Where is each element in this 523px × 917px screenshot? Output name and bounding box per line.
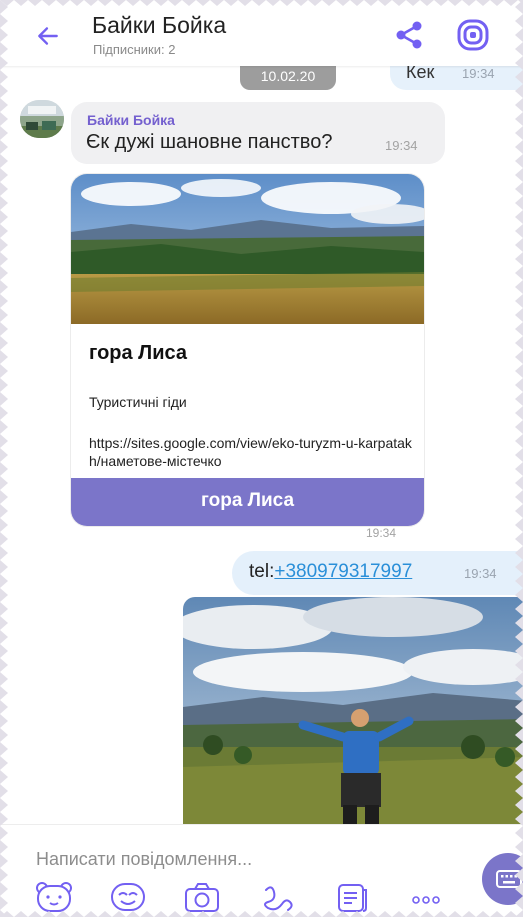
emoji-icon <box>111 883 145 911</box>
gif-button[interactable] <box>332 880 372 914</box>
keyboard-icon <box>496 870 522 888</box>
screen: Байки Бойка Підписники: 2 Кек 19:34 10.0… <box>0 0 523 917</box>
share-button[interactable] <box>392 18 426 52</box>
message-input[interactable] <box>36 845 416 873</box>
link-preview-card[interactable]: гора Лиса Туристичні гіди https://sites.… <box>71 174 424 526</box>
photo-image <box>183 597 523 824</box>
outgoing-message[interactable]: Кек 19:34 <box>390 66 523 90</box>
message-time: 19:34 <box>464 566 497 581</box>
avatar[interactable] <box>20 100 64 138</box>
viber-logo-icon <box>457 19 489 51</box>
tel-prefix: tel: <box>249 561 275 582</box>
arrow-left-icon <box>38 27 58 45</box>
message-time: 19:34 <box>366 526 397 540</box>
chat-title[interactable]: Байки Бойка <box>92 12 226 39</box>
more-button[interactable] <box>406 880 446 914</box>
emoji-button[interactable] <box>108 880 148 914</box>
message-text: Кек <box>406 66 435 82</box>
subscriber-count: Підписники: 2 <box>93 42 176 57</box>
sticker-button[interactable] <box>34 880 74 914</box>
link-open-button[interactable]: гора Лиса <box>71 478 424 526</box>
message-time: 19:34 <box>462 66 495 81</box>
camera-button[interactable] <box>182 880 222 914</box>
message-time: 19:34 <box>385 138 418 153</box>
link-preview-subtitle: Туристичні гіди <box>89 394 187 410</box>
more-icon <box>412 896 440 904</box>
message-composer <box>0 824 523 917</box>
doodle-icon <box>264 886 293 911</box>
doodle-button[interactable] <box>258 880 298 914</box>
message-list[interactable]: Кек 19:34 10.02.20 Байки Бойка Єк дужі ш… <box>0 66 523 824</box>
bear-sticker-icon <box>36 882 72 912</box>
channel-info-button[interactable] <box>456 18 490 52</box>
phone-link[interactable]: +380979317997 <box>274 561 412 582</box>
date-separator: 10.02.20 <box>240 66 336 90</box>
keyboard-button[interactable] <box>482 853 523 905</box>
link-preview-url[interactable]: https://sites.google.com/view/eko-turyzm… <box>89 434 419 470</box>
photo-message[interactable] <box>183 597 523 824</box>
camera-icon <box>185 883 219 912</box>
chat-header: Байки Бойка Підписники: 2 <box>0 0 523 66</box>
outgoing-message[interactable]: tel:+380979317997 19:34 <box>232 551 523 595</box>
message-text: Єк дужі шановне панство? <box>86 131 333 153</box>
incoming-message[interactable]: Байки Бойка Єк дужі шановне панство? 19:… <box>71 102 445 164</box>
back-button[interactable] <box>30 18 66 54</box>
sender-name[interactable]: Байки Бойка <box>87 112 175 128</box>
share-icon <box>396 21 422 49</box>
message-text: tel:+380979317997 <box>249 561 412 583</box>
gif-icon <box>338 884 367 912</box>
link-preview-image[interactable] <box>71 174 424 324</box>
link-preview-title: гора Лиса <box>89 342 187 364</box>
